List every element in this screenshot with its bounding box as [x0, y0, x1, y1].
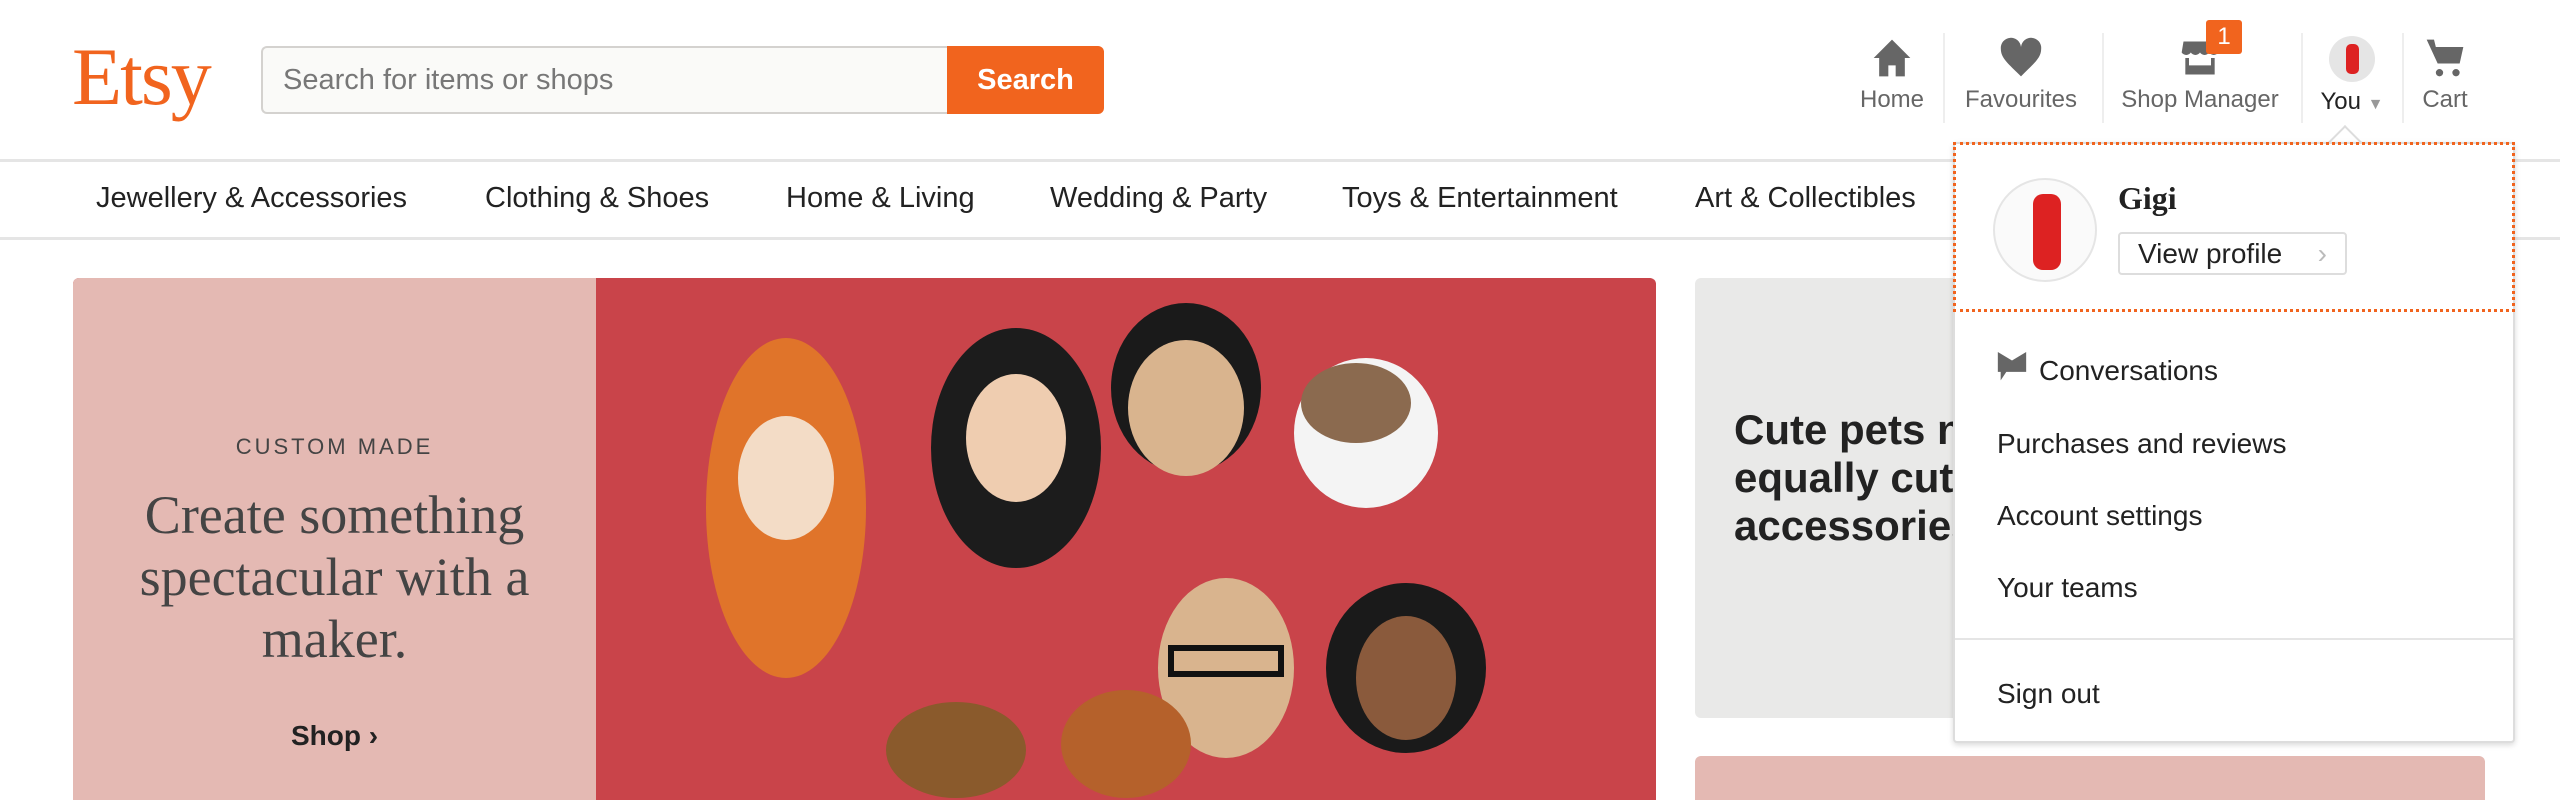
- etsy-logo[interactable]: Etsy: [72, 30, 212, 124]
- menu-divider: [1955, 638, 2513, 640]
- face-dog: [886, 702, 1026, 798]
- nav-you[interactable]: You ▼: [2310, 36, 2394, 116]
- menu-sign-out[interactable]: Sign out: [1997, 678, 2100, 710]
- menu-purchases[interactable]: Purchases and reviews: [1997, 428, 2286, 460]
- nav-favourites[interactable]: Favourites: [1958, 36, 2084, 114]
- nav-you-label: You: [2320, 88, 2361, 115]
- hero-eyebrow: CUSTOM MADE: [235, 434, 434, 459]
- hero-text-panel: CUSTOM MADE Create something spectacular…: [73, 278, 596, 800]
- divider: [2402, 33, 2404, 123]
- category-jewellery[interactable]: Jewellery & Accessories: [96, 182, 407, 215]
- nav-favourites-label: Favourites: [1964, 86, 2078, 113]
- notification-badge: 1: [2206, 20, 2242, 54]
- menu-your-teams[interactable]: Your teams: [1997, 572, 2138, 604]
- view-profile-label: View profile: [2138, 238, 2283, 269]
- hero-illustration: [706, 303, 1486, 798]
- menu-account-settings[interactable]: Account settings: [1997, 500, 2202, 532]
- nav-shop-manager[interactable]: Shop Manager: [2112, 36, 2288, 114]
- chevron-right-icon: ›: [2317, 238, 2327, 269]
- nav-cart[interactable]: Cart: [2412, 36, 2478, 114]
- heart-icon: [2000, 37, 2042, 77]
- hero-headline: Create something spectacular with a make…: [139, 485, 530, 669]
- hero-banner[interactable]: CUSTOM MADE Create something spectacular…: [73, 278, 1656, 800]
- avatar: [2329, 36, 2375, 82]
- caret-down-icon: ▼: [2367, 96, 2384, 113]
- chevron-right-icon: ›: [368, 720, 379, 751]
- menu-conversations[interactable]: Conversations: [1997, 352, 2218, 387]
- cart-icon: [2426, 39, 2464, 77]
- category-home[interactable]: Home & Living: [786, 182, 975, 215]
- home-icon: [1873, 39, 1911, 77]
- category-clothing[interactable]: Clothing & Shoes: [485, 182, 709, 215]
- search-input[interactable]: Search for items or shops: [261, 46, 949, 114]
- nav-home-label: Home: [1859, 86, 1925, 113]
- promo-card[interactable]: [1695, 756, 2485, 800]
- divider: [2301, 33, 2303, 123]
- view-profile-button[interactable]: View profile ›: [2118, 232, 2347, 275]
- nav-home[interactable]: Home: [1856, 36, 1928, 114]
- divider: [2102, 33, 2104, 123]
- shop-label: Shop: [290, 720, 361, 751]
- hero-shop-link[interactable]: Shop ›: [73, 720, 596, 752]
- category-toys[interactable]: Toys & Entertainment: [1342, 182, 1618, 215]
- category-wedding[interactable]: Wedding & Party: [1050, 182, 1267, 215]
- conversations-label: Conversations: [2039, 355, 2218, 386]
- profile-avatar[interactable]: [1993, 178, 2097, 282]
- account-dropdown: Gigi View profile › Conversations Purchas…: [1953, 142, 2515, 743]
- profile-name: Gigi: [2118, 180, 2177, 216]
- category-art[interactable]: Art & Collectibles: [1695, 182, 1916, 215]
- divider: [1943, 33, 1945, 123]
- nav-cart-label: Cart: [2422, 86, 2468, 113]
- face-fox: [1061, 690, 1191, 798]
- nav-shop-manager-label: Shop Manager: [2121, 86, 2279, 113]
- search-button[interactable]: Search: [947, 46, 1104, 114]
- conversations-icon: [1997, 352, 2027, 381]
